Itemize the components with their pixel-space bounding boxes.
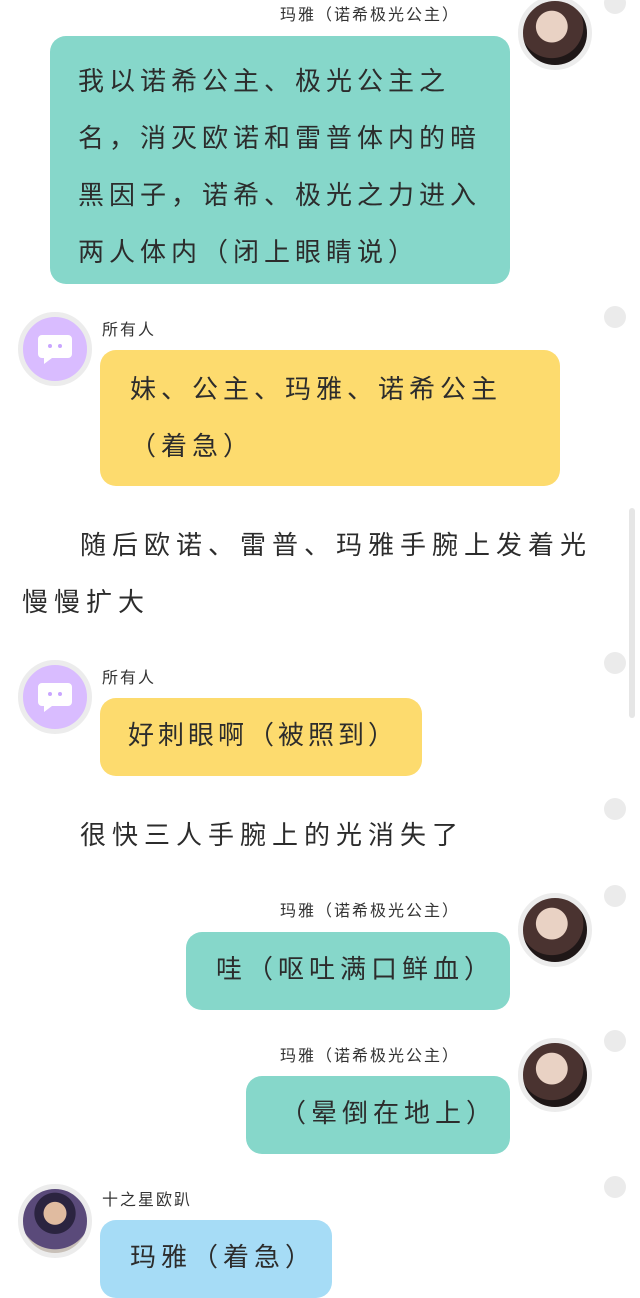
avatar[interactable] — [518, 0, 592, 70]
message-bubble: 玛雅（着急） — [100, 1220, 332, 1298]
scroll-dot — [604, 1030, 626, 1052]
chat-bubble-icon — [38, 683, 72, 712]
scrollbar[interactable] — [629, 508, 635, 718]
narration-text: 很快三人手腕上的光消失了 — [80, 821, 465, 851]
avatar[interactable] — [18, 312, 92, 386]
scroll-dot — [604, 1176, 626, 1198]
message-bubble: 我以诺希公主、极光公主之名，消灭欧诺和雷普体内的暗黑因子，诺希、极光之力进入两人… — [50, 36, 510, 284]
speaker-name: 十之星欧趴 — [102, 1190, 193, 1209]
scroll-dot — [604, 798, 626, 820]
scroll-dot — [604, 652, 626, 674]
avatar[interactable] — [18, 1184, 92, 1258]
narration-text: 随后欧诺、雷普、玛雅手腕上发着光慢慢扩大 — [22, 531, 593, 618]
avatar[interactable] — [518, 1038, 592, 1112]
message-bubble: 妹、公主、玛雅、诺希公主（着急） — [100, 350, 560, 486]
avatar[interactable] — [518, 893, 592, 967]
speaker-name: 玛雅（诺希极光公主） — [280, 1046, 461, 1065]
speaker-name: 玛雅（诺希极光公主） — [280, 901, 461, 920]
scroll-dot — [604, 0, 626, 14]
speaker-name: 所有人 — [102, 668, 157, 687]
avatar[interactable] — [18, 660, 92, 734]
message-bubble: 好刺眼啊（被照到） — [100, 698, 422, 776]
scroll-dot — [604, 885, 626, 907]
speaker-name: 玛雅（诺希极光公主） — [280, 5, 461, 24]
chat-bubble-icon — [38, 335, 72, 364]
message-bubble: 哇（呕吐满口鲜血） — [186, 932, 510, 1010]
speaker-name: 所有人 — [102, 320, 157, 339]
scroll-dot — [604, 306, 626, 328]
message-bubble: （晕倒在地上） — [246, 1076, 510, 1154]
